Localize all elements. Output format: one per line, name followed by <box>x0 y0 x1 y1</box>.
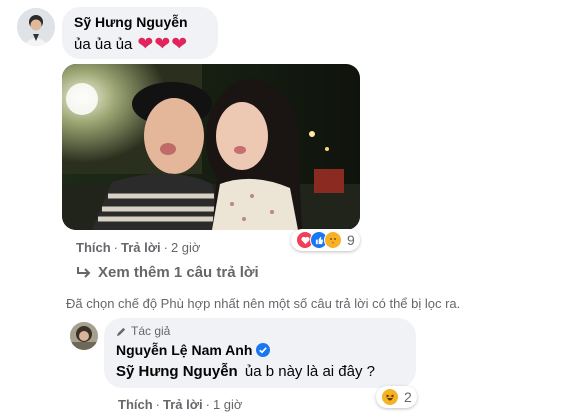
author-badge-label: Tác giả <box>131 324 171 338</box>
verified-badge-icon <box>256 343 271 357</box>
separator-dot: · <box>113 240 119 255</box>
user-photo-icon <box>17 8 55 46</box>
reaction-count: 9 <box>347 232 355 248</box>
comment-photo[interactable] <box>62 64 360 230</box>
avatar-nam-anh[interactable] <box>70 322 98 350</box>
reaction-count: 2 <box>404 389 412 405</box>
heart-icon: ❤ <box>137 34 154 55</box>
separator-dot: · <box>163 240 168 255</box>
comment-actions-1: Thích · Trả lời · 2 giờ <box>76 240 200 255</box>
like-button[interactable]: Thích <box>118 397 153 412</box>
reply-button[interactable]: Trả lời <box>163 397 203 412</box>
comment-text-words: ủa ủa ủa <box>74 36 133 53</box>
heart-icon: ❤ <box>171 34 188 55</box>
reply-actions: Thích · Trả lời · 1 giờ <box>118 397 242 412</box>
comment-time[interactable]: 2 giờ <box>171 240 201 255</box>
separator-dot: · <box>155 397 161 412</box>
comment-text: ủa ủa ủa ❤ ❤ ❤ <box>74 35 187 54</box>
reply-text-words: ủa b này là ai đây ? <box>244 363 375 380</box>
like-button[interactable]: Thích <box>76 240 111 255</box>
comment-time[interactable]: 1 giờ <box>213 397 243 412</box>
avatar-sy-hung[interactable] <box>17 8 55 46</box>
mention-link[interactable]: Sỹ Hưng Nguyễn <box>116 363 238 380</box>
reply-button[interactable]: Trả lời <box>121 240 161 255</box>
comment-author[interactable]: Sỹ Hưng Nguyễn <box>74 14 188 30</box>
separator-dot: · <box>205 397 210 412</box>
filter-notice: Đã chọn chế độ Phù hợp nhất nên một số c… <box>66 296 461 311</box>
haha-icon <box>381 388 399 406</box>
reply-bubble: Tác giả Nguyễn Lệ Nam Anh Sỹ Hưng Nguyễn… <box>104 318 416 388</box>
reply-arrow-icon <box>77 266 91 278</box>
user-photo-icon <box>70 322 98 350</box>
author-badge: Tác giả <box>116 324 170 338</box>
reaction-summary-2[interactable]: 2 <box>376 386 417 408</box>
couple-selfie-image <box>62 64 360 230</box>
reply-author-row: Nguyễn Lệ Nam Anh <box>116 342 271 358</box>
pencil-icon <box>116 327 126 336</box>
reply-author[interactable]: Nguyễn Lệ Nam Anh <box>116 342 252 358</box>
care-icon <box>324 231 342 249</box>
view-more-label: Xem thêm 1 câu trả lời <box>98 264 259 281</box>
reply-text: Sỹ Hưng Nguyễn ủa b này là ai đây ? <box>116 363 375 380</box>
heart-icon: ❤ <box>154 34 171 55</box>
reaction-summary-1[interactable]: 9 <box>291 229 360 251</box>
comment-bubble-1: Sỹ Hưng Nguyễn ủa ủa ủa ❤ ❤ ❤ <box>62 7 218 59</box>
view-more-replies[interactable]: Xem thêm 1 câu trả lời <box>76 264 259 281</box>
